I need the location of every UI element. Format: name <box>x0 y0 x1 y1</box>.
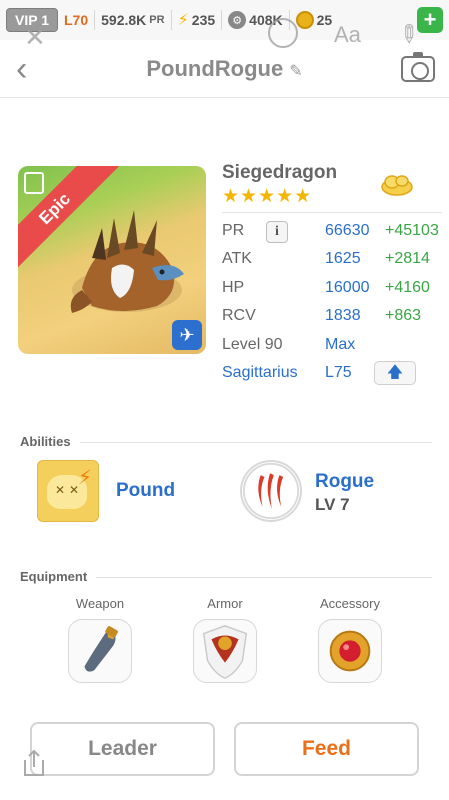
stat-value: 16000 <box>325 279 370 296</box>
gear-icon: ⚙ <box>228 11 247 29</box>
divider <box>170 10 172 30</box>
stat-bonus: +2814 <box>385 250 430 267</box>
info-button[interactable]: i <box>266 221 288 243</box>
armor-label: Armor <box>207 596 243 611</box>
stat-value: 1838 <box>325 307 361 324</box>
edit-icon[interactable]: ✎ <box>289 63 302 80</box>
coin-counter[interactable]: 25 <box>295 11 333 29</box>
stat-label: RCV <box>222 307 256 324</box>
card-icon <box>24 172 44 194</box>
upgrade-button[interactable]: 🡅 <box>374 361 416 385</box>
hero-portrait[interactable]: Epic ✈ <box>18 166 206 354</box>
status-bar: VIP 1 L70 592.8K PR ⚡ 235 ⚙ 408K 25 <box>0 0 449 40</box>
armor-slot[interactable] <box>193 619 257 683</box>
stat-value: 1625 <box>325 250 361 267</box>
level-value: Max <box>325 336 356 353</box>
zodiac-label[interactable]: Sagittarius <box>222 364 298 382</box>
lightning-icon: ⚡ <box>77 467 92 489</box>
camera-icon[interactable] <box>401 52 435 82</box>
level-label: Level 90 <box>222 336 283 353</box>
divider <box>221 10 223 30</box>
energy-counter[interactable]: ⚡ 235 <box>178 10 216 30</box>
stat-value: 66630 <box>325 222 370 239</box>
stat-bonus: +863 <box>385 307 422 324</box>
feed-button[interactable]: Feed <box>234 722 419 776</box>
hero-name: Siegedragon <box>222 162 338 183</box>
ability-level: LV 7 <box>315 495 350 514</box>
leader-button[interactable]: Leader <box>30 722 215 776</box>
element-icon[interactable] <box>380 172 414 196</box>
stat-bonus: +45103 <box>385 222 439 239</box>
equipment-heading: Equipment <box>20 569 88 584</box>
weapon-label: Weapon <box>75 596 125 611</box>
power-rating: 592.8K PR <box>101 12 164 28</box>
stat-label: PR <box>222 222 245 239</box>
hero-header: ‹ PoundRogue ✎ <box>0 42 449 98</box>
page-title: PoundRogue ✎ <box>0 56 449 82</box>
energy-value: 235 <box>191 12 216 28</box>
power-rating-unit: PR <box>149 14 165 26</box>
ability-name[interactable]: Rogue <box>315 471 374 493</box>
abilities-heading: Abilities <box>20 434 71 449</box>
coin-value: 25 <box>316 12 333 28</box>
team-name: PoundRogue <box>146 56 284 81</box>
armor-icon <box>202 625 248 679</box>
player-level: L70 <box>64 12 89 28</box>
claw-weapon-icon <box>84 626 118 672</box>
coin-icon <box>295 11 314 29</box>
stat-label: ATK <box>222 250 252 267</box>
stat-bonus: +4160 <box>385 279 430 296</box>
divider <box>222 212 442 213</box>
ability-pound-icon[interactable]: ✕ ✕ ⚡ <box>37 460 99 522</box>
weapon-slot[interactable] <box>68 619 132 683</box>
ability-rogue-icon[interactable] <box>240 460 302 522</box>
accessory-label: Accessory <box>320 596 380 611</box>
divider <box>94 10 96 30</box>
power-rating-value: 592.8K <box>101 12 147 28</box>
x-eye-icon: ✕ <box>55 483 66 497</box>
divider <box>96 577 432 578</box>
share-icon[interactable] <box>20 748 48 778</box>
stat-label: HP <box>222 279 245 296</box>
divider <box>80 442 432 443</box>
star-rating: ★★★★★ <box>222 186 313 207</box>
class-icon: ✈ <box>172 320 202 350</box>
dragon-illustration <box>70 210 184 313</box>
accessory-slot[interactable] <box>318 619 382 683</box>
amulet-icon <box>329 630 371 672</box>
ability-name[interactable]: Pound <box>116 480 175 502</box>
zodiac-level: L75 <box>325 364 352 381</box>
lightning-icon: ⚡ <box>177 12 189 29</box>
